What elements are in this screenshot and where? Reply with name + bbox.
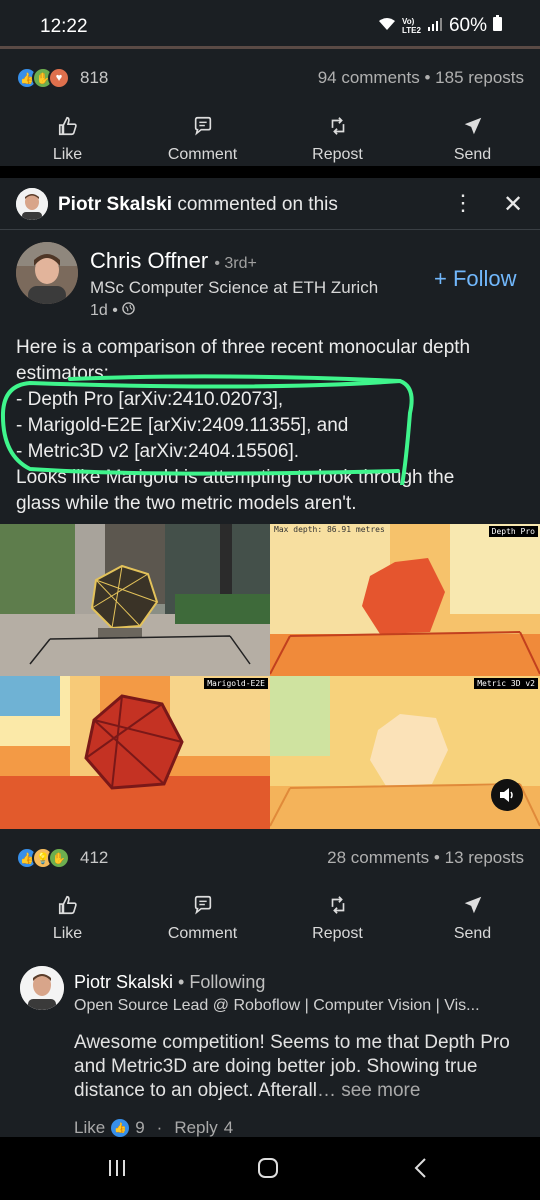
follow-button[interactable]: + Follow [434,266,517,292]
sound-icon[interactable] [491,779,523,811]
status-bar: 12:22 Vo) LTE2 60% [0,0,540,52]
reactions-count[interactable]: 818 [80,68,108,88]
like-button[interactable]: Like [3,885,133,951]
commenter-name[interactable]: Piotr Skalski [58,194,172,215]
battery-icon [493,15,502,37]
love-reaction-icon: ♥ [48,67,70,89]
post-line: Here is a comparison of three recent mon… [16,337,471,358]
send-button[interactable]: Send [408,106,538,172]
reply-like-button[interactable]: Like [74,1118,105,1138]
reply-actions: Like 👍 9 · Reply 4 [74,1118,234,1138]
globe-icon [122,302,135,320]
see-more-link[interactable]: … see more [317,1080,420,1101]
send-icon [462,115,484,142]
post-media-grid[interactable]: Max depth: 86.91 metres Depth Pro Marigo… [0,524,540,829]
like-button[interactable]: Like [3,106,133,172]
post-line: Looks like Marigold is attempting to loo… [16,467,455,488]
reactions-count[interactable]: 412 [80,848,108,868]
status-time: 12:22 [40,16,88,37]
like-icon [57,115,79,142]
max-depth-caption: Max depth: 86.91 metres [274,525,385,534]
network-label: Vo) LTE2 [402,17,421,35]
scroll-divider [0,46,540,49]
post-text: Here is a comparison of three recent mon… [16,335,526,517]
post-social-counts[interactable]: 👍 💡 ✋ 412 28 comments • 13 reposts [16,843,524,873]
more-icon[interactable]: ⋮ [452,190,474,216]
reply-count: 4 [223,1118,234,1137]
reply-author-headline: Open Source Lead @ Roboflow | Computer V… [74,997,480,1014]
commenter-avatar[interactable] [16,188,48,220]
comment-icon [192,894,214,921]
comments-count[interactable]: 94 comments [318,68,420,87]
reply-avatar[interactable] [20,966,64,1010]
author-name[interactable]: Chris Offner • 3rd+ [90,248,257,274]
reply-author-name[interactable]: Piotr Skalski • Following [74,972,265,993]
close-icon[interactable]: ✕ [503,190,523,219]
send-icon [462,894,484,921]
system-navigation-bar [0,1137,540,1200]
like-reaction-icon: 👍 [111,1119,130,1137]
battery-percent: 60% [448,15,487,36]
recent-apps-icon[interactable] [106,1157,128,1186]
prev-post-social-counts[interactable]: 👍 ✋ ♥ 818 94 comments • 185 reposts [16,63,524,93]
author-avatar[interactable] [16,242,78,304]
like-icon [57,894,79,921]
comment-context-text: Piotr Skalski commented on this [58,194,338,215]
repost-icon [327,115,349,142]
original-photo-tile [0,524,270,676]
comment-button[interactable]: Comment [138,885,268,951]
comment-icon [192,115,214,142]
home-icon[interactable] [257,1157,279,1186]
comments-count[interactable]: 28 comments [327,848,429,867]
repost-button[interactable]: Repost [273,106,403,172]
depth-pro-label: Depth Pro [488,526,538,537]
author-title: MSc Computer Science at ETH Zurich [90,278,379,297]
depth-pro-tile: Max depth: 86.91 metres Depth Pro [270,524,540,676]
post-actions: Like Comment Repost Send [0,885,540,951]
post-line: estimators: [16,363,109,384]
reply-body: Awesome competition! Seems to me that De… [74,1032,510,1101]
status-icons: Vo) LTE2 60% [378,15,502,37]
post-time: 1d • [90,302,135,320]
post-line: - Marigold-E2E [arXiv:2409.11355], and [16,415,349,436]
wifi-icon [378,15,396,37]
reply-like-count: 9 [135,1118,145,1137]
repost-button[interactable]: Repost [273,885,403,951]
comment-button[interactable]: Comment [138,106,268,172]
marigold-tile: Marigold-E2E [0,676,270,829]
reposts-count[interactable]: 13 reposts [445,848,524,867]
marigold-label: Marigold-E2E [204,678,268,689]
following-badge: • Following [178,972,266,992]
comment-context-header: Piotr Skalski commented on this ⋮ ✕ [0,178,540,230]
post-line: - Depth Pro [arXiv:2410.02073], [16,389,284,410]
feed-separator [0,166,540,178]
reposts-count[interactable]: 185 reposts [435,68,524,87]
repost-icon [327,894,349,921]
post-line: glass while the two metric models aren't… [16,493,357,514]
prev-post-actions: Like Comment Repost Send [0,106,540,172]
send-button[interactable]: Send [408,885,538,951]
back-icon[interactable] [410,1157,432,1186]
post-line: - Metric3D v2 [arXiv:2404.15506]. [16,441,300,462]
signal-icon [427,15,443,37]
metric3d-label: Metric 3D v2 [474,678,538,689]
reply-button[interactable]: Reply [174,1118,217,1138]
author-degree: • 3rd+ [214,255,257,272]
celebrate-reaction-icon: ✋ [48,847,70,869]
